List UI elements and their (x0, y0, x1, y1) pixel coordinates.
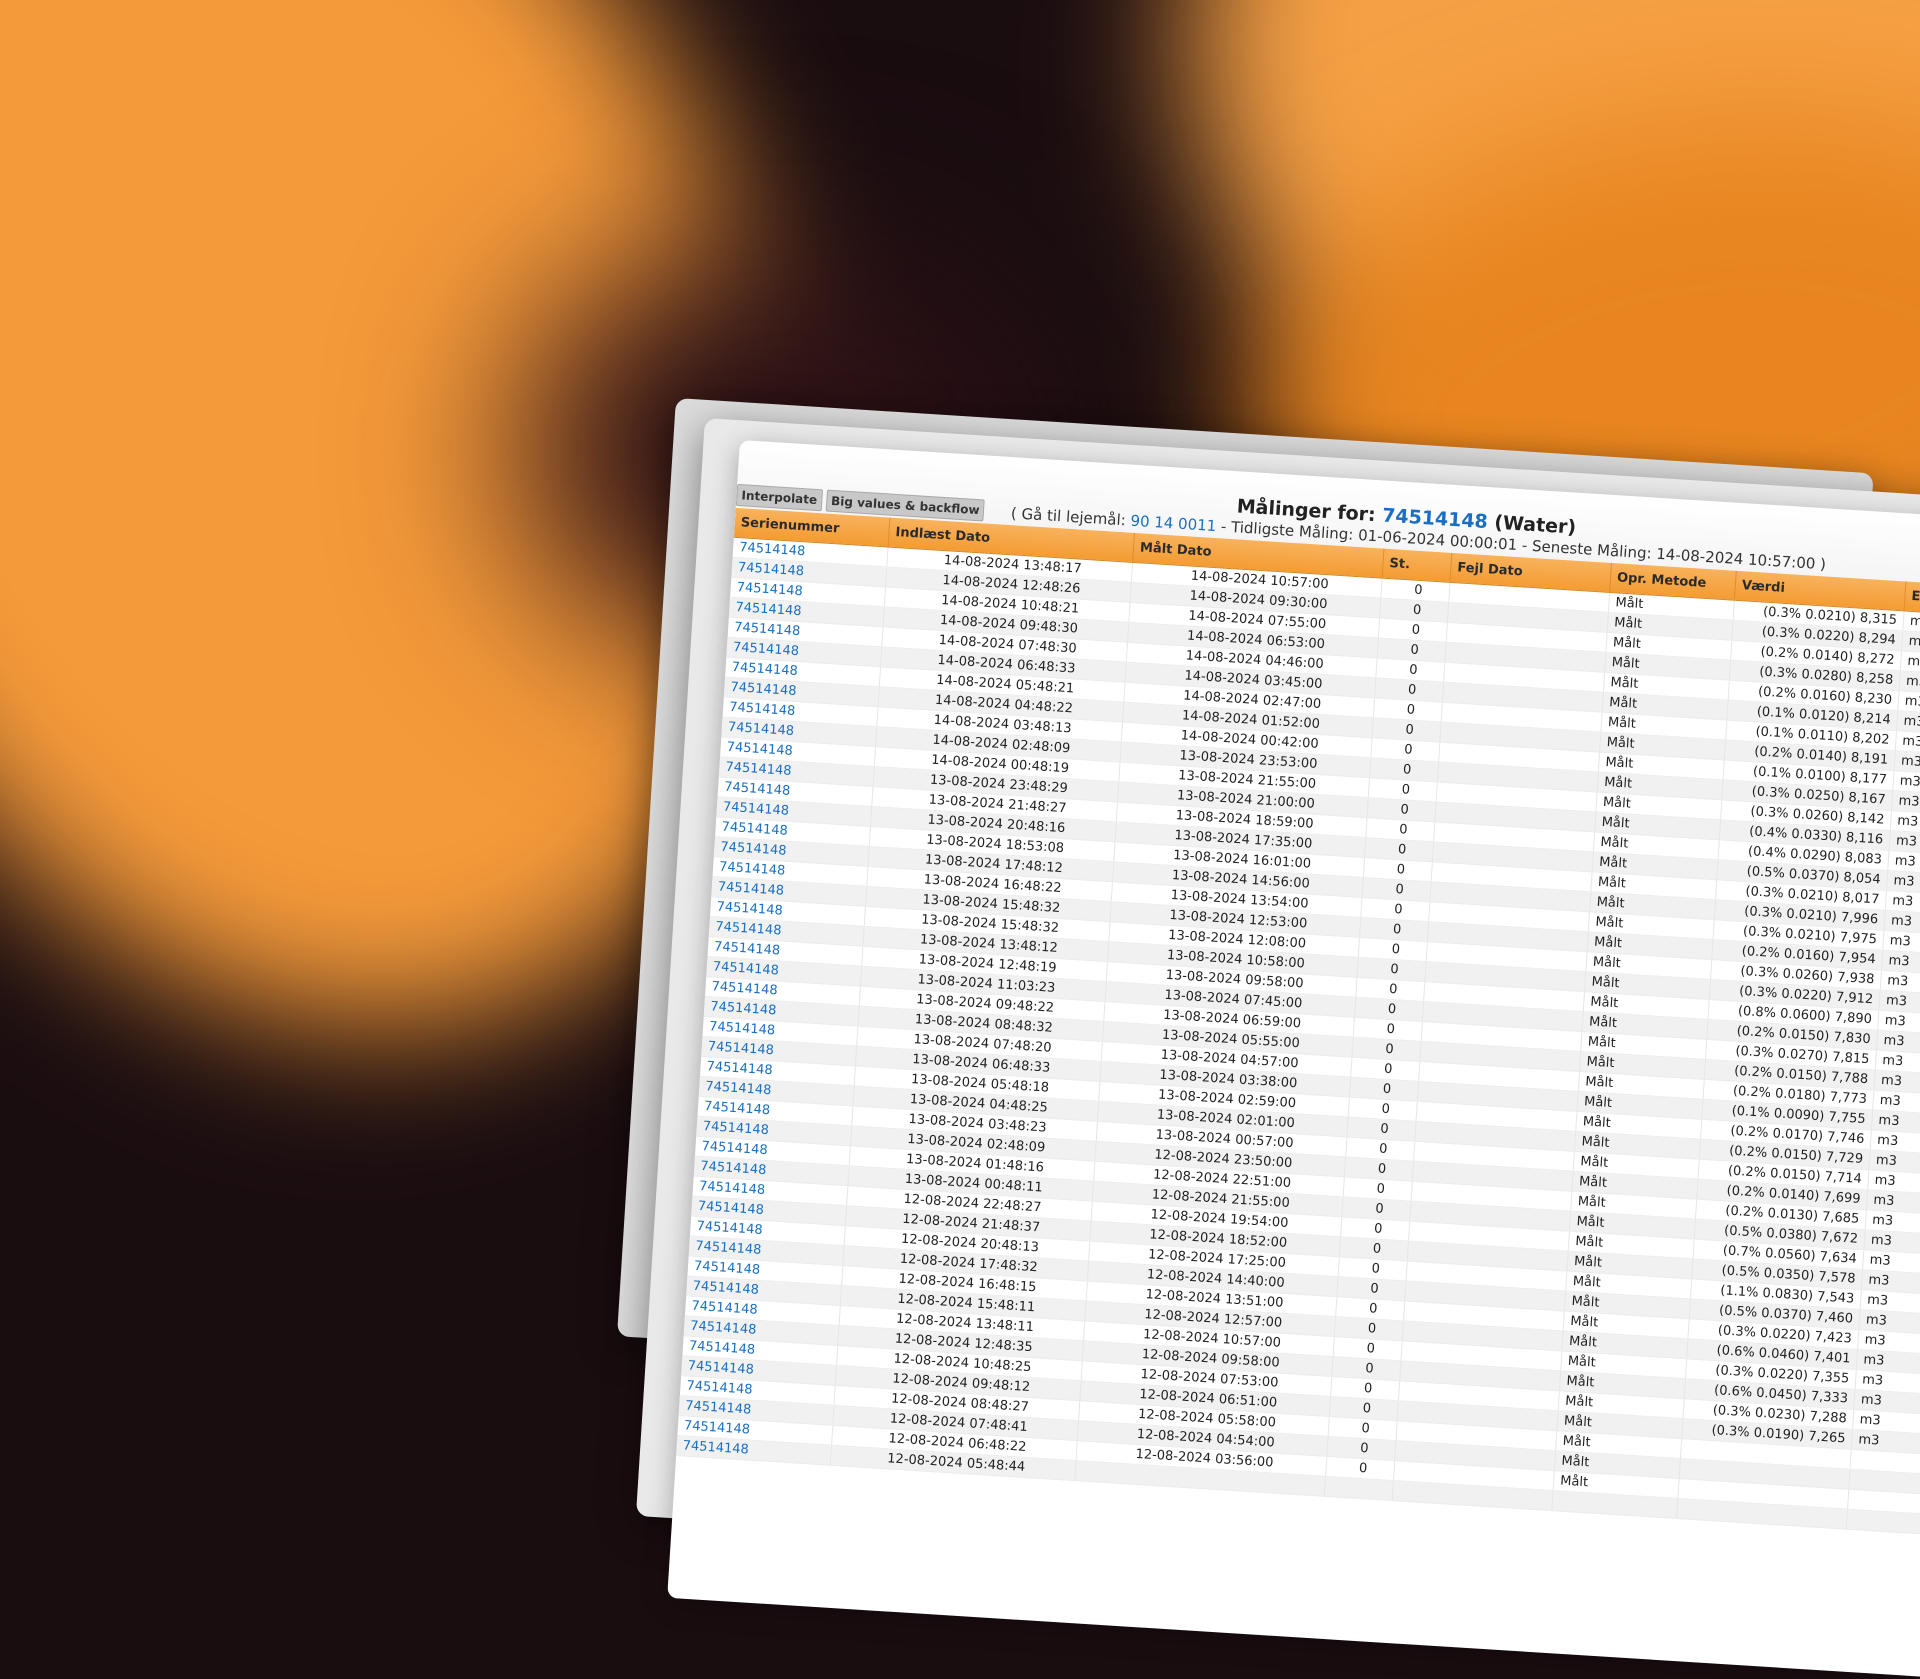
tab-interpolate[interactable]: Interpolate (735, 483, 823, 512)
measurements-window: Målinger for: 74514148 (Water) ( Gå til … (667, 440, 1920, 1679)
col-st[interactable]: St. (1382, 548, 1453, 582)
measurements-table: Serienummer Indlæst Dato Målt Dato St. F… (667, 507, 1920, 1679)
row-status (1324, 1476, 1394, 1501)
lease-link[interactable]: 90 14 0011 (1130, 512, 1217, 535)
table-body: 74514148 14-08-2024 13:48:17 14-08-2024 10… (676, 537, 1920, 1538)
row-enhed (1846, 1509, 1920, 1536)
